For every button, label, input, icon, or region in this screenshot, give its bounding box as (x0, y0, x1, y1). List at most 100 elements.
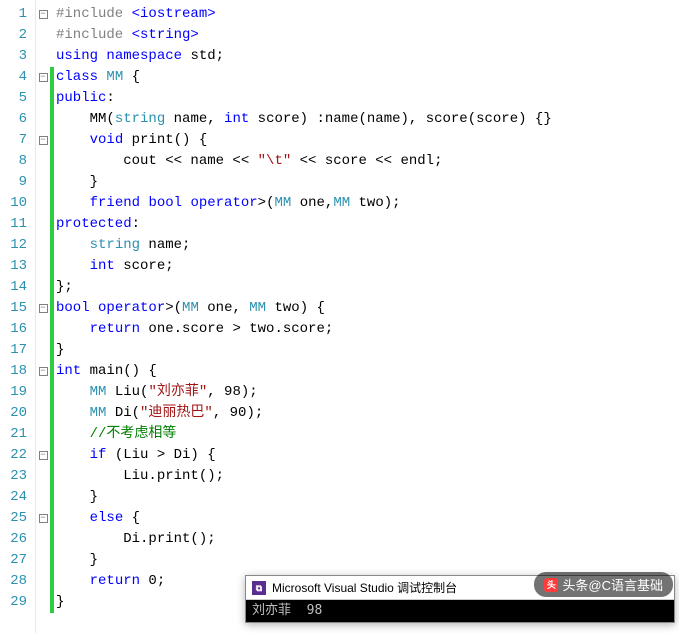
code-line[interactable]: MM Liu("刘亦菲", 98); (56, 382, 679, 403)
line-number-gutter: 1234567891011121314151617181920212223242… (0, 0, 36, 633)
code-line[interactable]: else { (56, 508, 679, 529)
code-line[interactable]: Di.print(); (56, 529, 679, 550)
line-number: 23 (4, 466, 27, 487)
fold-minus-icon[interactable]: − (39, 514, 48, 523)
code-token: MM (90, 405, 107, 421)
code-token: one, (199, 300, 249, 316)
vs-icon: ⧉ (252, 581, 266, 595)
fold-cell[interactable]: − (36, 361, 50, 382)
code-token (56, 321, 90, 337)
fold-cell (36, 319, 50, 340)
code-token: } (56, 552, 98, 568)
code-line[interactable]: MM(string name, int score) :name(name), … (56, 109, 679, 130)
fold-minus-icon[interactable]: − (39, 367, 48, 376)
fold-cell[interactable]: − (36, 298, 50, 319)
code-line[interactable]: } (56, 550, 679, 571)
code-line[interactable]: #include <string> (56, 25, 679, 46)
fold-cell (36, 151, 50, 172)
code-line[interactable]: } (56, 172, 679, 193)
fold-cell (36, 550, 50, 571)
code-line[interactable]: string name; (56, 235, 679, 256)
code-line[interactable]: cout << name << "\t" << score << endl; (56, 151, 679, 172)
watermark-logo-icon: 头 (544, 578, 558, 592)
code-token: operator (190, 195, 257, 211)
code-token: << score << endl; (291, 153, 442, 169)
code-editor[interactable]: 1234567891011121314151617181920212223242… (0, 0, 679, 633)
code-line[interactable]: }; (56, 277, 679, 298)
fold-minus-icon[interactable]: − (39, 10, 48, 19)
fold-minus-icon[interactable]: − (39, 451, 48, 460)
line-number: 16 (4, 319, 27, 340)
code-line[interactable]: protected: (56, 214, 679, 235)
code-token: public (56, 90, 106, 106)
line-number: 13 (4, 256, 27, 277)
code-token: //不考虑相等 (90, 426, 177, 442)
fold-cell[interactable]: − (36, 130, 50, 151)
code-token (56, 132, 90, 148)
code-token: operator (98, 300, 165, 316)
code-token: "迪丽热巴" (140, 405, 213, 421)
code-token (56, 447, 90, 463)
line-number: 6 (4, 109, 27, 130)
fold-cell (36, 214, 50, 235)
line-number: 9 (4, 172, 27, 193)
code-line[interactable]: return one.score > two.score; (56, 319, 679, 340)
line-number: 14 (4, 277, 27, 298)
code-token: , 90); (213, 405, 263, 421)
code-line[interactable]: Liu.print(); (56, 466, 679, 487)
code-line[interactable]: //不考虑相等 (56, 424, 679, 445)
line-number: 2 (4, 25, 27, 46)
fold-cell[interactable]: − (36, 4, 50, 25)
fold-minus-icon[interactable]: − (39, 73, 48, 82)
watermark-text: 头条@C语言基础 (562, 575, 663, 594)
fold-minus-icon[interactable]: − (39, 136, 48, 145)
code-token: two) { (266, 300, 325, 316)
code-line[interactable]: MM Di("迪丽热巴", 90); (56, 403, 679, 424)
fold-cell (36, 487, 50, 508)
code-line[interactable]: #include <iostream> (56, 4, 679, 25)
code-token: } (56, 342, 64, 358)
fold-column[interactable]: − − − − − − − (36, 0, 50, 633)
code-token: MM (90, 384, 107, 400)
code-line[interactable]: int score; (56, 256, 679, 277)
code-token: else (90, 510, 124, 526)
line-number: 22 (4, 445, 27, 466)
line-number: 29 (4, 592, 27, 613)
code-token (90, 300, 98, 316)
code-token: class (56, 69, 98, 85)
code-token: MM (106, 69, 123, 85)
fold-cell[interactable]: − (36, 67, 50, 88)
code-token (56, 258, 90, 274)
code-line[interactable]: class MM { (56, 67, 679, 88)
fold-minus-icon[interactable]: − (39, 304, 48, 313)
line-number: 24 (4, 487, 27, 508)
code-token: two); (350, 195, 400, 211)
code-line[interactable]: friend bool operator>(MM one,MM two); (56, 193, 679, 214)
code-token: { (123, 510, 140, 526)
code-line[interactable]: public: (56, 88, 679, 109)
code-token: using (56, 48, 98, 64)
code-token: void (90, 132, 124, 148)
code-token: cout << name << (56, 153, 258, 169)
code-token: score; (115, 258, 174, 274)
code-line[interactable]: using namespace std; (56, 46, 679, 67)
code-line[interactable]: } (56, 340, 679, 361)
fold-cell[interactable]: − (36, 508, 50, 529)
code-line[interactable]: } (56, 487, 679, 508)
code-line[interactable]: bool operator>(MM one, MM two) { (56, 298, 679, 319)
fold-cell (36, 382, 50, 403)
code-token: return (90, 573, 140, 589)
code-token: protected (56, 216, 132, 232)
code-token: 0; (140, 573, 165, 589)
code-line[interactable]: if (Liu > Di) { (56, 445, 679, 466)
fold-cell (36, 571, 50, 592)
code-line[interactable]: int main() { (56, 361, 679, 382)
line-number: 7 (4, 130, 27, 151)
code-area[interactable]: #include <iostream>#include <string>usin… (54, 0, 679, 633)
code-token: friend (90, 195, 140, 211)
code-token: Di( (106, 405, 140, 421)
code-line[interactable]: void print() { (56, 130, 679, 151)
fold-cell[interactable]: − (36, 445, 50, 466)
code-token: Di.print(); (56, 531, 216, 547)
watermark: 头 头条@C语言基础 (534, 572, 673, 597)
